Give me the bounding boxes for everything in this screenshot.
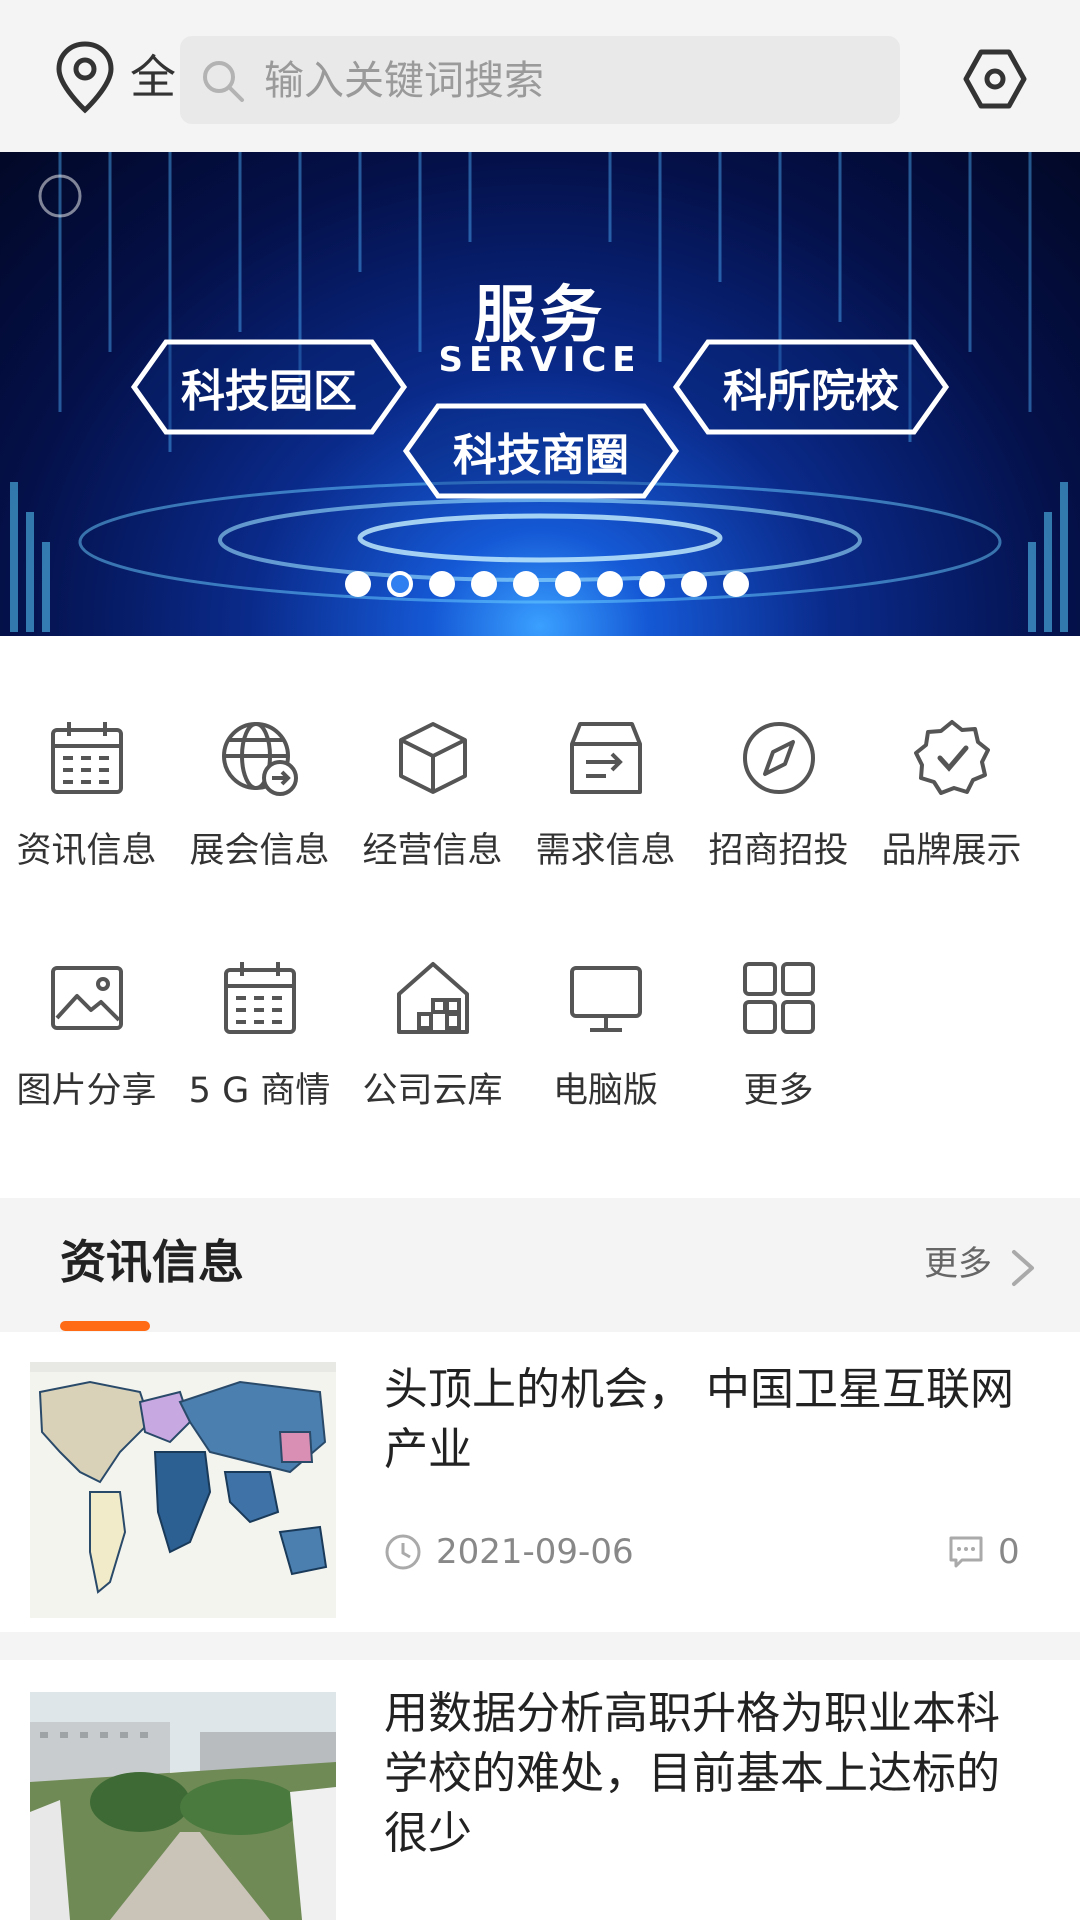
news-comments: 0 (948, 1532, 1020, 1572)
menu-item-business[interactable]: 经营信息 (346, 718, 519, 873)
grid-icon (742, 962, 815, 1034)
menu-item-5g[interactable]: 5 G 商情 (173, 958, 346, 1113)
news-title[interactable]: 用数据分析高职升格为职业本科学校的难处，目前基本上达标的很少 (384, 1684, 1024, 1864)
news-title[interactable]: 头顶上的机会， 中国卫星互联网产业 (384, 1360, 1024, 1480)
location-label[interactable]: 全 (130, 48, 176, 106)
banner-carousel[interactable]: 服务 SERVICE 科技园区 科技商圈 科所院校 (0, 152, 1080, 636)
carousel-dot[interactable] (513, 571, 539, 597)
menu-label: 公司云库 (362, 1071, 503, 1111)
menu-label: 需求信息 (535, 831, 676, 871)
carousel-dot[interactable] (555, 571, 581, 597)
menu-label: 图片分享 (16, 1071, 157, 1111)
news-thumbnail-campus (30, 1692, 336, 1920)
menu-label: 品牌展示 (881, 831, 1022, 871)
clock-icon (385, 1534, 421, 1570)
menu-label: 更多 (743, 1071, 814, 1111)
carousel-indicators (345, 571, 749, 597)
menu-label: 展会信息 (189, 831, 330, 871)
section-more-link[interactable]: 更多 (924, 1240, 992, 1288)
badge-check-icon (913, 720, 990, 795)
search-icon (203, 61, 244, 102)
menu-label: 5 G 商情 (188, 1071, 331, 1111)
image-icon (50, 966, 123, 1030)
menu-item-more[interactable]: 更多 (692, 958, 865, 1113)
banner-label-institutes: 科所院校 (672, 338, 950, 436)
search-input[interactable] (262, 36, 866, 126)
menu-item-news[interactable]: 资讯信息 (0, 718, 173, 873)
monitor-icon (569, 966, 642, 1032)
banner-label-park: 科技园区 (130, 338, 408, 436)
carousel-dot[interactable] (639, 571, 665, 597)
news-comment-count: 0 (998, 1532, 1020, 1572)
news-item[interactable]: 用数据分析高职升格为职业本科学校的难处，目前基本上达标的很少 (0, 1660, 1080, 1920)
menu-item-exhibition[interactable]: 展会信息 (173, 718, 346, 873)
globe-icon (221, 722, 298, 796)
menu-item-desktop[interactable]: 电脑版 (519, 958, 692, 1113)
chevron-right-icon[interactable] (1008, 1246, 1038, 1290)
carousel-dot[interactable] (345, 571, 371, 597)
house-icon (396, 962, 469, 1034)
settings-hex-icon[interactable] (962, 46, 1028, 112)
news-item[interactable]: 头顶上的机会， 中国卫星互联网产业 2021-09-06 0 (0, 1332, 1080, 1632)
banner-label-business: 科技商圈 (402, 402, 680, 500)
carousel-dot[interactable] (681, 571, 707, 597)
menu-label: 招商招投 (708, 831, 849, 871)
calendar-icon (50, 722, 123, 794)
carousel-dot[interactable] (597, 571, 623, 597)
calendar-icon (223, 962, 296, 1034)
box-icon (398, 722, 467, 794)
news-date: 2021-09-06 (384, 1532, 634, 1572)
search-box[interactable] (180, 36, 900, 126)
inbox-icon (569, 722, 642, 794)
news-separator (0, 1632, 1080, 1660)
location-pin-icon[interactable] (52, 40, 118, 114)
carousel-dot[interactable] (429, 571, 455, 597)
menu-item-brand[interactable]: 品牌展示 (865, 718, 1038, 873)
menu-label: 电脑版 (552, 1071, 658, 1111)
news-thumbnail-map (30, 1362, 336, 1618)
carousel-dot[interactable] (387, 571, 413, 597)
section-title-underline (60, 1321, 150, 1331)
news-date-text: 2021-09-06 (436, 1532, 634, 1572)
compass-icon (742, 722, 815, 794)
menu-label: 经营信息 (362, 831, 503, 871)
carousel-dot[interactable] (471, 571, 497, 597)
menu-item-images[interactable]: 图片分享 (0, 958, 173, 1113)
menu-label: 资讯信息 (16, 831, 157, 871)
top-bar: 全 (0, 0, 1080, 152)
section-title: 资讯信息 (60, 1235, 244, 1289)
carousel-dot[interactable] (723, 571, 749, 597)
menu-item-demand[interactable]: 需求信息 (519, 718, 692, 873)
menu-item-company-library[interactable]: 公司云库 (346, 958, 519, 1113)
menu-item-investment[interactable]: 招商招投 (692, 718, 865, 873)
comment-icon (949, 1536, 983, 1568)
